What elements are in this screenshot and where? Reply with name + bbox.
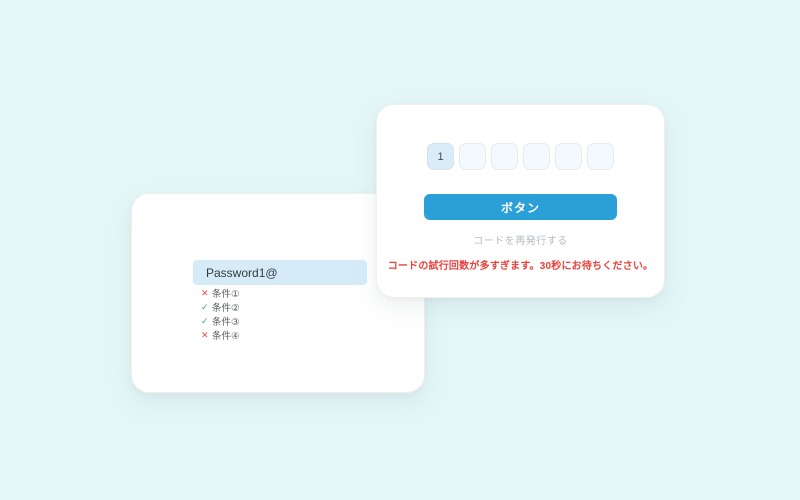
code-box-row: 1 (427, 143, 614, 170)
submit-button[interactable]: ボタン (424, 194, 617, 220)
condition-label: 条件③ (212, 317, 240, 328)
verification-code-card: 1 ボタン コードを再発行する コードの試行回数が多すぎます。30秒にお待ちくだ… (376, 104, 665, 298)
resend-code-link[interactable]: コードを再発行する (473, 232, 568, 247)
code-input-box[interactable] (587, 143, 614, 170)
code-input-box[interactable] (555, 143, 582, 170)
condition-list: ✕ 条件① ✓ 条件② ✓ 条件③ ✕ 条件④ (201, 286, 240, 342)
condition-row: ✓ 条件③ (201, 314, 240, 328)
page-background: { "password_card": { "input_value": "Pas… (0, 0, 800, 500)
condition-label: 条件④ (212, 331, 240, 342)
code-input-box[interactable] (459, 143, 486, 170)
check-icon: ✓ (201, 301, 209, 312)
check-icon: ✓ (201, 315, 209, 326)
code-input-box[interactable] (523, 143, 550, 170)
condition-row: ✕ 条件① (201, 286, 240, 300)
condition-label: 条件② (212, 303, 240, 314)
condition-row: ✕ 条件④ (201, 328, 240, 342)
code-input-box[interactable]: 1 (427, 143, 454, 170)
condition-label: 条件① (212, 289, 240, 300)
password-input[interactable]: Password1@ (193, 260, 367, 285)
error-message: コードの試行回数が多すぎます。30秒にお待ちください。 (387, 261, 654, 272)
fail-icon: ✕ (201, 329, 209, 340)
condition-row: ✓ 条件② (201, 300, 240, 314)
fail-icon: ✕ (201, 287, 209, 298)
code-input-box[interactable] (491, 143, 518, 170)
